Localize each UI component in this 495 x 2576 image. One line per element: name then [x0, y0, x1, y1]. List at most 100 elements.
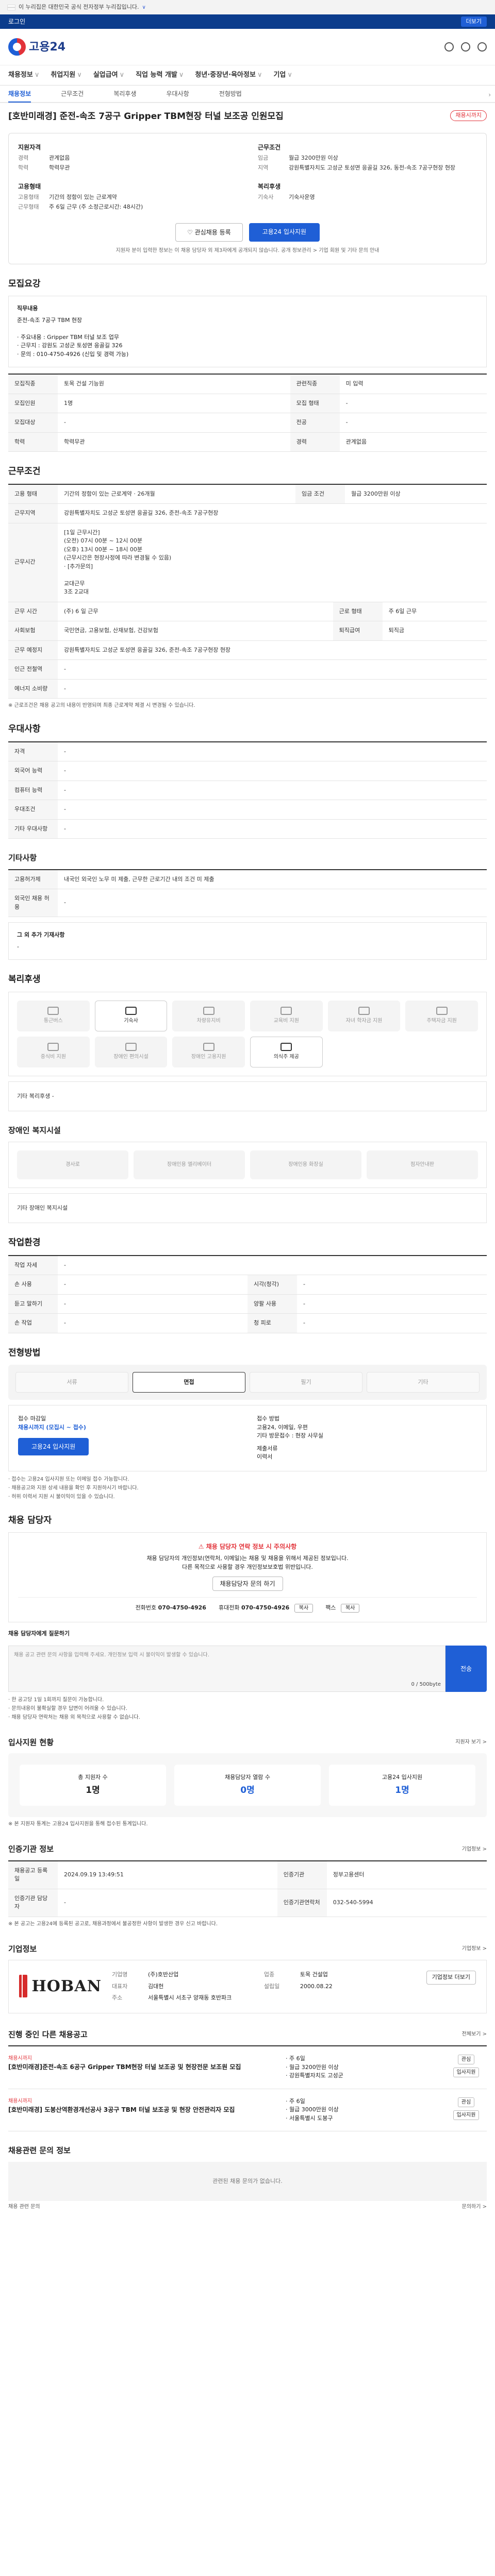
facility-label: 장애인용 엘리베이터	[167, 1162, 211, 1167]
job-title-row: [호반미래경] 준전-속조 7공구 Gripper TBM현장 터널 보조공 인…	[8, 103, 487, 127]
note-item: · 문의내용이 불확실할 경우 답변이 어려울 수 있습니다.	[8, 1705, 128, 1711]
job-deadline: 채용시까지	[8, 2098, 32, 2104]
table-row: 손 사용 - 시각(청각) -	[8, 1275, 487, 1295]
note-item: · 한 공고당 1일 1회까지 질문이 가능합니다.	[8, 1697, 104, 1703]
note-item: · 채용 담당자 연락처는 채용 외 목적으로 사용할 수 없습니다.	[8, 1714, 140, 1720]
table-row: 컴퓨터 능력 -	[8, 781, 487, 800]
table-key: 손 사용	[8, 1275, 58, 1295]
nav-item[interactable]: 기업 ∨	[273, 70, 292, 80]
info-table: 채용공고 등록일 2024.09.19 13:49:51 인증기관 정부고용센터 인증기…	[8, 1860, 487, 1917]
send-question-button[interactable]: 전송	[446, 1645, 487, 1692]
page-title: [호반미래경] 준전-속조 7공구 Gripper TBM현장 터널 보조공 인…	[8, 111, 284, 122]
nav-item[interactable]: 직업 능력 개발 ∨	[136, 70, 184, 80]
alert-icon: ⚠	[198, 1543, 206, 1550]
company-field: 토목 건설업	[300, 1971, 328, 1978]
user-icon[interactable]	[461, 42, 470, 52]
job-item[interactable]: 채용시까지 [호반미래경]준전-속조 6공구 Gripper TBM현장 터널 보…	[8, 2046, 487, 2089]
copy-fax-button[interactable]: 복사	[340, 1604, 360, 1613]
job-save-button[interactable]: 관심	[457, 2097, 475, 2107]
apply-button[interactable]: 고용24 입사지원	[249, 223, 320, 242]
search-icon[interactable]	[444, 42, 454, 52]
table-key: 근로 형태	[333, 602, 383, 621]
summary-key: 임금	[258, 154, 269, 161]
summary-value: 학력무관	[49, 164, 70, 171]
table-row: 자격 -	[8, 741, 487, 761]
job-title[interactable]: [호반미래경] 도봉산역환경개선공사 3공구 TBM 터널 보조공 및 현장 안…	[8, 2105, 280, 2114]
info-more-link[interactable]: 기업정보 >	[462, 1845, 487, 1853]
table-row: 사회보험 국민연금, 고용보험, 산재보험, 건강보험 퇴직급여 퇴직금	[8, 621, 487, 641]
process-tabs: 서류 면접 필기 기타	[8, 1365, 487, 1400]
more-button[interactable]: 더보기	[460, 16, 487, 27]
table-row: 외국인 채용 허용 -	[8, 889, 487, 917]
job-item[interactable]: 채용시까지 [호반미래경] 도봉산역환경개선공사 3공구 TBM 터널 보조공 및…	[8, 2089, 487, 2131]
process-tab[interactable]: 서류	[15, 1372, 128, 1393]
process-tab[interactable]: 면접	[133, 1372, 245, 1393]
job-title[interactable]: [호반미래경]준전-속조 6공구 Gripper TBM현장 터널 보조공 및 …	[8, 2062, 280, 2072]
table-row: 기타 우대사항 -	[8, 819, 487, 839]
contact-inquiry-button[interactable]: 채용담당자 문의 하기	[212, 1577, 283, 1591]
process-apply-button[interactable]: 고용24 입사지원	[18, 1438, 89, 1455]
tab-1[interactable]: 근무조건	[61, 89, 84, 98]
table-key: 시각(청각)	[248, 1275, 297, 1295]
table-key: 퇴직급여	[333, 621, 383, 641]
copy-phone-button[interactable]: 복사	[294, 1604, 314, 1613]
summary-kv: 고용형태 기간의 정함이 있는 근로계약 근무형태 주 6일 근무 (주 소정근로시간…	[18, 193, 237, 212]
table-value: 2024.09.19 13:49:51	[58, 1860, 277, 1889]
summary-key: 학력	[18, 164, 29, 171]
site-logo[interactable]: 고용24	[8, 38, 65, 56]
save-job-button[interactable]: ♡ 관심채용 등록	[175, 223, 243, 242]
table-value: -	[58, 889, 487, 917]
tab-4[interactable]: 전형방법	[219, 89, 242, 98]
stats-more-link[interactable]: 지원자 보기 >	[455, 1738, 487, 1746]
table-row: 에너지 소비량 -	[8, 679, 487, 699]
job-apply-button[interactable]: 입사지원	[453, 2110, 480, 2120]
company-logo-mark	[19, 1975, 28, 1997]
job-save-button[interactable]: 관심	[457, 2055, 475, 2064]
table-key: 사회보험	[8, 621, 58, 641]
table-value: -	[58, 413, 290, 433]
company-more-link[interactable]: 기업정보 >	[462, 1945, 487, 1953]
welfare-icon	[203, 1007, 214, 1015]
company-detail-button[interactable]: 기업정보 더보기	[426, 1971, 476, 1985]
nav-item[interactable]: 실업급여 ∨	[93, 70, 124, 80]
table-key: 관련직종	[290, 374, 340, 394]
table-key: 듣고 말하기	[8, 1294, 58, 1314]
table-key: 자격	[8, 741, 58, 761]
table-key: 인증기관	[277, 1860, 327, 1889]
table-key: 고용허가제	[8, 869, 58, 889]
inquiry-link[interactable]: 문의하기 >	[462, 2203, 487, 2211]
cond-table: 고용 형태 기간의 정함이 있는 근로계약 · 26개월 임금 조건 월급 3200만…	[8, 483, 487, 523]
login-link[interactable]: 로그인	[8, 17, 25, 26]
jobs-more-link[interactable]: 전체보기 >	[462, 2030, 487, 2038]
summary-heading: 근무조건	[258, 143, 281, 151]
table-key: 인증기관연락처	[277, 1889, 327, 1917]
process-tab[interactable]: 필기	[250, 1372, 362, 1393]
chevron-down-icon: ∨	[34, 71, 40, 79]
company-field: (주)호반산업	[148, 1971, 179, 1978]
job-actions: 관심입사지원	[446, 2055, 487, 2080]
welfare-label: 장애인 편의시설	[113, 1054, 148, 1060]
summary-value: 기숙사운영	[289, 193, 315, 200]
job-condition: · 주 6일	[286, 2055, 305, 2062]
chevron-right-icon[interactable]: ›	[488, 90, 491, 99]
nav-item[interactable]: 채용정보 ∨	[8, 70, 39, 80]
summary-card: 지원자격 경력 관계없음 학력 학력무관 근무조건 임금 월급 3200만원 이상 지역 강원특별…	[8, 132, 487, 264]
job-apply-button[interactable]: 입사지원	[453, 2067, 480, 2077]
tab-2[interactable]: 복리후생	[113, 89, 136, 98]
tab-3[interactable]: 우대사항	[167, 89, 189, 98]
table-row: 인증기관 담당자 - 인증기관연락처 032-540-5994	[8, 1889, 487, 1917]
welfare-label: 기숙사	[124, 1018, 138, 1024]
table-value: 1명	[58, 394, 290, 413]
table-row: 근무지역 강원특별자치도 고성군 토성면 응골길 326, 준전-속조 7공구현장	[8, 503, 487, 523]
stat-value: 0명	[240, 1785, 255, 1795]
process-tab[interactable]: 기타	[367, 1372, 480, 1393]
summary-kv: 경력 관계없음 학력 학력무관	[18, 154, 237, 173]
table-value: -	[58, 659, 487, 680]
tab-0[interactable]: 채용정보	[8, 85, 31, 103]
table-key: 인증기관 담당자	[8, 1889, 58, 1917]
nav-item[interactable]: 취업지원 ∨	[51, 70, 81, 80]
menu-icon[interactable]	[477, 42, 487, 52]
nav-item[interactable]: 청년·중장년·육아정보 ∨	[195, 70, 262, 80]
chevron-down-icon[interactable]: ∨	[142, 4, 146, 11]
question-textarea[interactable]: 채용 공고 관련 문의 사항을 입력해 주세요. 개인정보 입력 시 불이익이 …	[8, 1645, 446, 1692]
